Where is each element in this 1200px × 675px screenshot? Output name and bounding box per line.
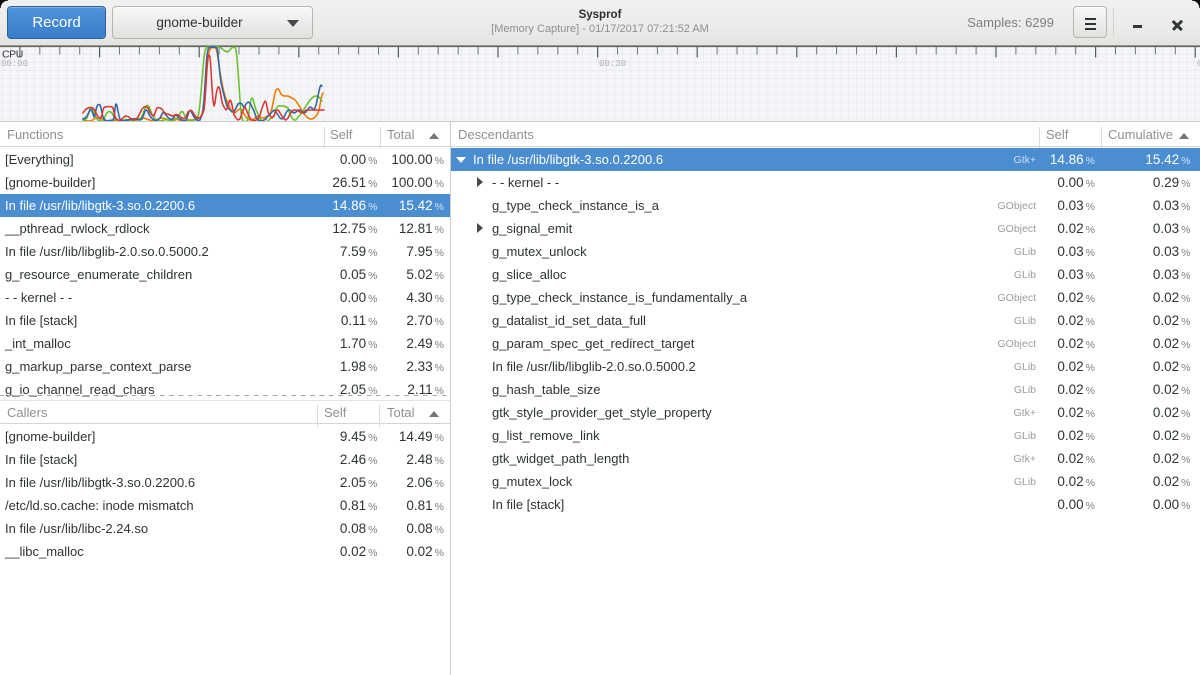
svg-text:00:30: 00:30 bbox=[599, 59, 626, 69]
svg-text:00:00: 00:00 bbox=[1, 59, 28, 69]
